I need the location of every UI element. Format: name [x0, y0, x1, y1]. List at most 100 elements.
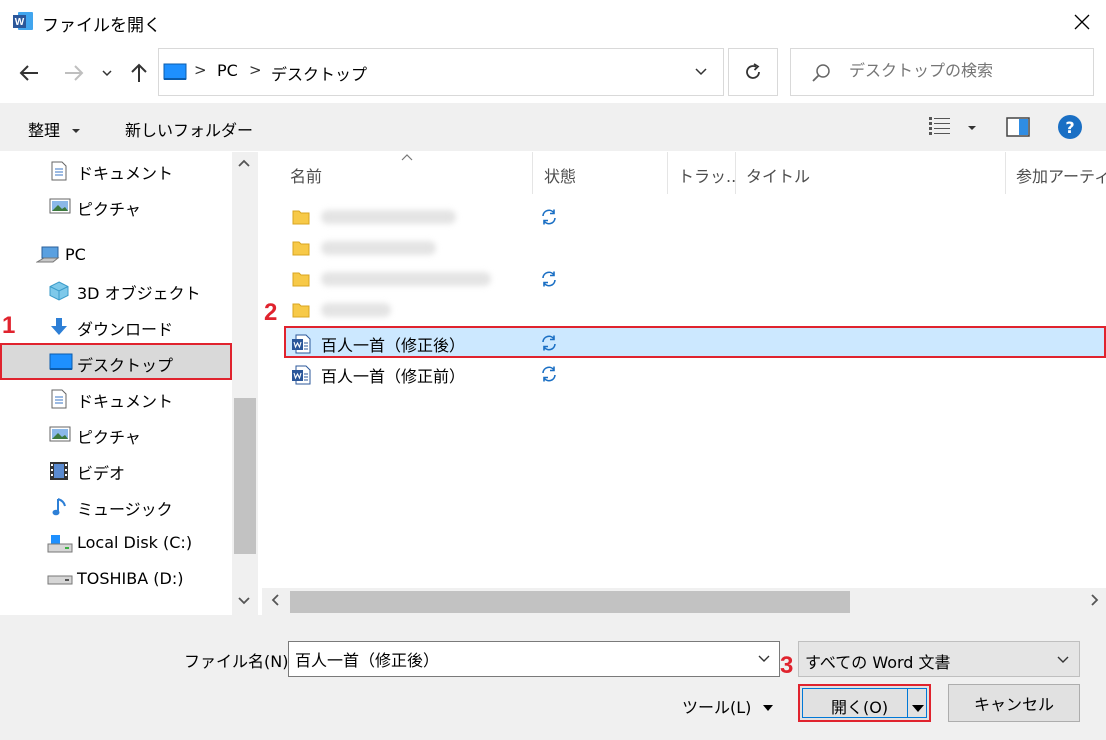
- scroll-right-button[interactable]: [1086, 592, 1102, 612]
- blurred-name: [321, 241, 436, 255]
- list-item[interactable]: [286, 295, 1106, 325]
- scroll-left-button[interactable]: [268, 592, 284, 612]
- picture-icon: [49, 198, 71, 214]
- word-app-icon: W: [12, 10, 34, 32]
- filename-input[interactable]: [288, 641, 780, 677]
- sidebar-item-documents-quick[interactable]: ドキュメント: [0, 152, 232, 188]
- tools-button[interactable]: ツール(L): [682, 694, 751, 718]
- sidebar-item-downloads[interactable]: ダウンロード: [0, 308, 232, 344]
- word-document-icon: [292, 365, 311, 385]
- search-input[interactable]: [849, 61, 1079, 80]
- help-button[interactable]: ?: [1058, 115, 1082, 139]
- folder-icon: [292, 241, 310, 256]
- cube-icon: [49, 281, 69, 301]
- disk-icon: [47, 535, 73, 553]
- breadcrumb-separator: >: [249, 61, 262, 79]
- sidebar-item-desktop[interactable]: デスクトップ: [0, 343, 232, 380]
- svg-text:W: W: [15, 17, 25, 28]
- horizontal-scrollbar-thumb[interactable]: [290, 591, 850, 613]
- breadcrumb-desktop[interactable]: デスクトップ: [271, 61, 367, 85]
- list-item[interactable]: [286, 202, 1106, 232]
- file-type-dropdown-arrow: [1055, 651, 1071, 671]
- file-row-hyakunin-isshu-after[interactable]: 百人一首（修正後）: [284, 326, 1106, 358]
- up-button[interactable]: [124, 58, 154, 88]
- change-view-button[interactable]: [928, 115, 977, 141]
- sidebar-item-toshiba[interactable]: TOSHIBA (D:): [0, 561, 232, 597]
- column-header-track[interactable]: トラッ...: [668, 152, 736, 194]
- address-dropdown-button[interactable]: [693, 63, 709, 83]
- sidebar-item-pictures-quick[interactable]: ピクチャ: [0, 188, 232, 224]
- list-item[interactable]: [286, 264, 1106, 294]
- breadcrumb-separator: >: [194, 61, 207, 79]
- tools-dropdown[interactable]: [762, 698, 774, 717]
- column-header-label: トラッ...: [678, 167, 736, 186]
- file-type-select[interactable]: すべての Word 文書: [798, 641, 1080, 677]
- usb-drive-icon: [47, 575, 73, 585]
- caret-down-icon: [912, 705, 924, 712]
- sync-icon: [542, 366, 556, 382]
- sidebar-item-videos[interactable]: ビデオ: [0, 452, 232, 488]
- sidebar-item-music[interactable]: ミュージック: [0, 488, 232, 524]
- new-folder-button[interactable]: 新しいフォルダー: [125, 117, 253, 141]
- title-bar: W ファイルを開く: [0, 0, 1106, 44]
- column-header-status[interactable]: 状態: [534, 152, 668, 194]
- sidebar-item-local-disk[interactable]: Local Disk (C:): [0, 525, 232, 561]
- file-name: 百人一首（修正後）: [321, 336, 466, 355]
- sidebar-item-label: 3D オブジェクト: [77, 284, 201, 303]
- open-button[interactable]: 開く(O): [798, 684, 931, 722]
- breadcrumb-pc[interactable]: PC: [217, 61, 238, 80]
- file-row-hyakunin-isshu-before[interactable]: 百人一首（修正前）: [286, 359, 1106, 389]
- caret-down-icon: [763, 705, 773, 711]
- picture-icon: [49, 426, 71, 442]
- sidebar-item-label: ダウンロード: [77, 320, 174, 339]
- command-bar: 整理 新しいフォルダー ?: [0, 103, 1106, 151]
- recent-locations-button[interactable]: [96, 58, 118, 88]
- filename-label: ファイル名(N):: [184, 652, 294, 671]
- list-item[interactable]: [286, 233, 1106, 263]
- music-icon: [52, 498, 66, 516]
- forward-button[interactable]: [59, 58, 89, 88]
- sidebar-item-label: ピクチャ: [77, 200, 141, 219]
- folder-icon: [292, 210, 310, 225]
- sync-icon: [542, 335, 556, 351]
- navigation-pane: ドキュメント ピクチャ PC 3D オブジェクト ダウンロード デスクトップ ド…: [0, 152, 258, 615]
- open-options-dropdown[interactable]: [911, 698, 925, 717]
- sync-icon: [542, 271, 556, 287]
- sidebar-item-label: ビデオ: [77, 464, 126, 483]
- chevron-up-icon: [238, 159, 250, 167]
- file-list: 名前 状態 トラッ... タイトル 参加アーティスト: [262, 152, 1106, 615]
- search-box[interactable]: [790, 48, 1094, 96]
- sidebar-item-pictures[interactable]: ピクチャ: [0, 416, 232, 452]
- column-header-artist[interactable]: 参加アーティスト: [1006, 152, 1106, 194]
- filename-history-dropdown[interactable]: [756, 650, 772, 670]
- document-icon: [51, 389, 67, 409]
- refresh-button[interactable]: [728, 48, 778, 96]
- back-button[interactable]: [14, 58, 44, 88]
- sidebar-item-pc[interactable]: PC: [0, 237, 232, 273]
- column-header-label: タイトル: [746, 167, 811, 186]
- cancel-button[interactable]: キャンセル: [948, 684, 1080, 722]
- chevron-down-icon: [238, 597, 250, 605]
- scroll-up-button[interactable]: [236, 156, 252, 176]
- column-header-title[interactable]: タイトル: [736, 152, 1006, 194]
- organize-button[interactable]: 整理: [28, 117, 81, 141]
- sidebar-item-documents[interactable]: ドキュメント: [0, 380, 232, 416]
- open-button-label: 開く(O): [831, 698, 889, 717]
- video-icon: [50, 462, 68, 480]
- window-title: ファイルを開く: [42, 16, 161, 36]
- address-bar[interactable]: > PC > デスクトップ: [158, 48, 724, 96]
- sidebar-item-label: ドキュメント: [77, 392, 174, 411]
- sidebar-scrollbar-thumb[interactable]: [234, 398, 256, 554]
- close-button[interactable]: [1062, 4, 1102, 40]
- sidebar-item-label: ドキュメント: [77, 164, 174, 183]
- chevron-down-icon: [1057, 656, 1069, 663]
- caret-down-icon: [72, 129, 81, 133]
- sidebar-item-3d-objects[interactable]: 3D オブジェクト: [0, 272, 232, 308]
- organize-label: 整理: [28, 121, 61, 140]
- chevron-left-icon: [271, 594, 279, 606]
- preview-pane-button[interactable]: [1006, 117, 1030, 141]
- chevron-down-icon: [102, 70, 112, 77]
- scroll-down-button[interactable]: [236, 592, 252, 612]
- column-header-label: 状態: [544, 167, 577, 186]
- sidebar-item-label: PC: [65, 245, 86, 264]
